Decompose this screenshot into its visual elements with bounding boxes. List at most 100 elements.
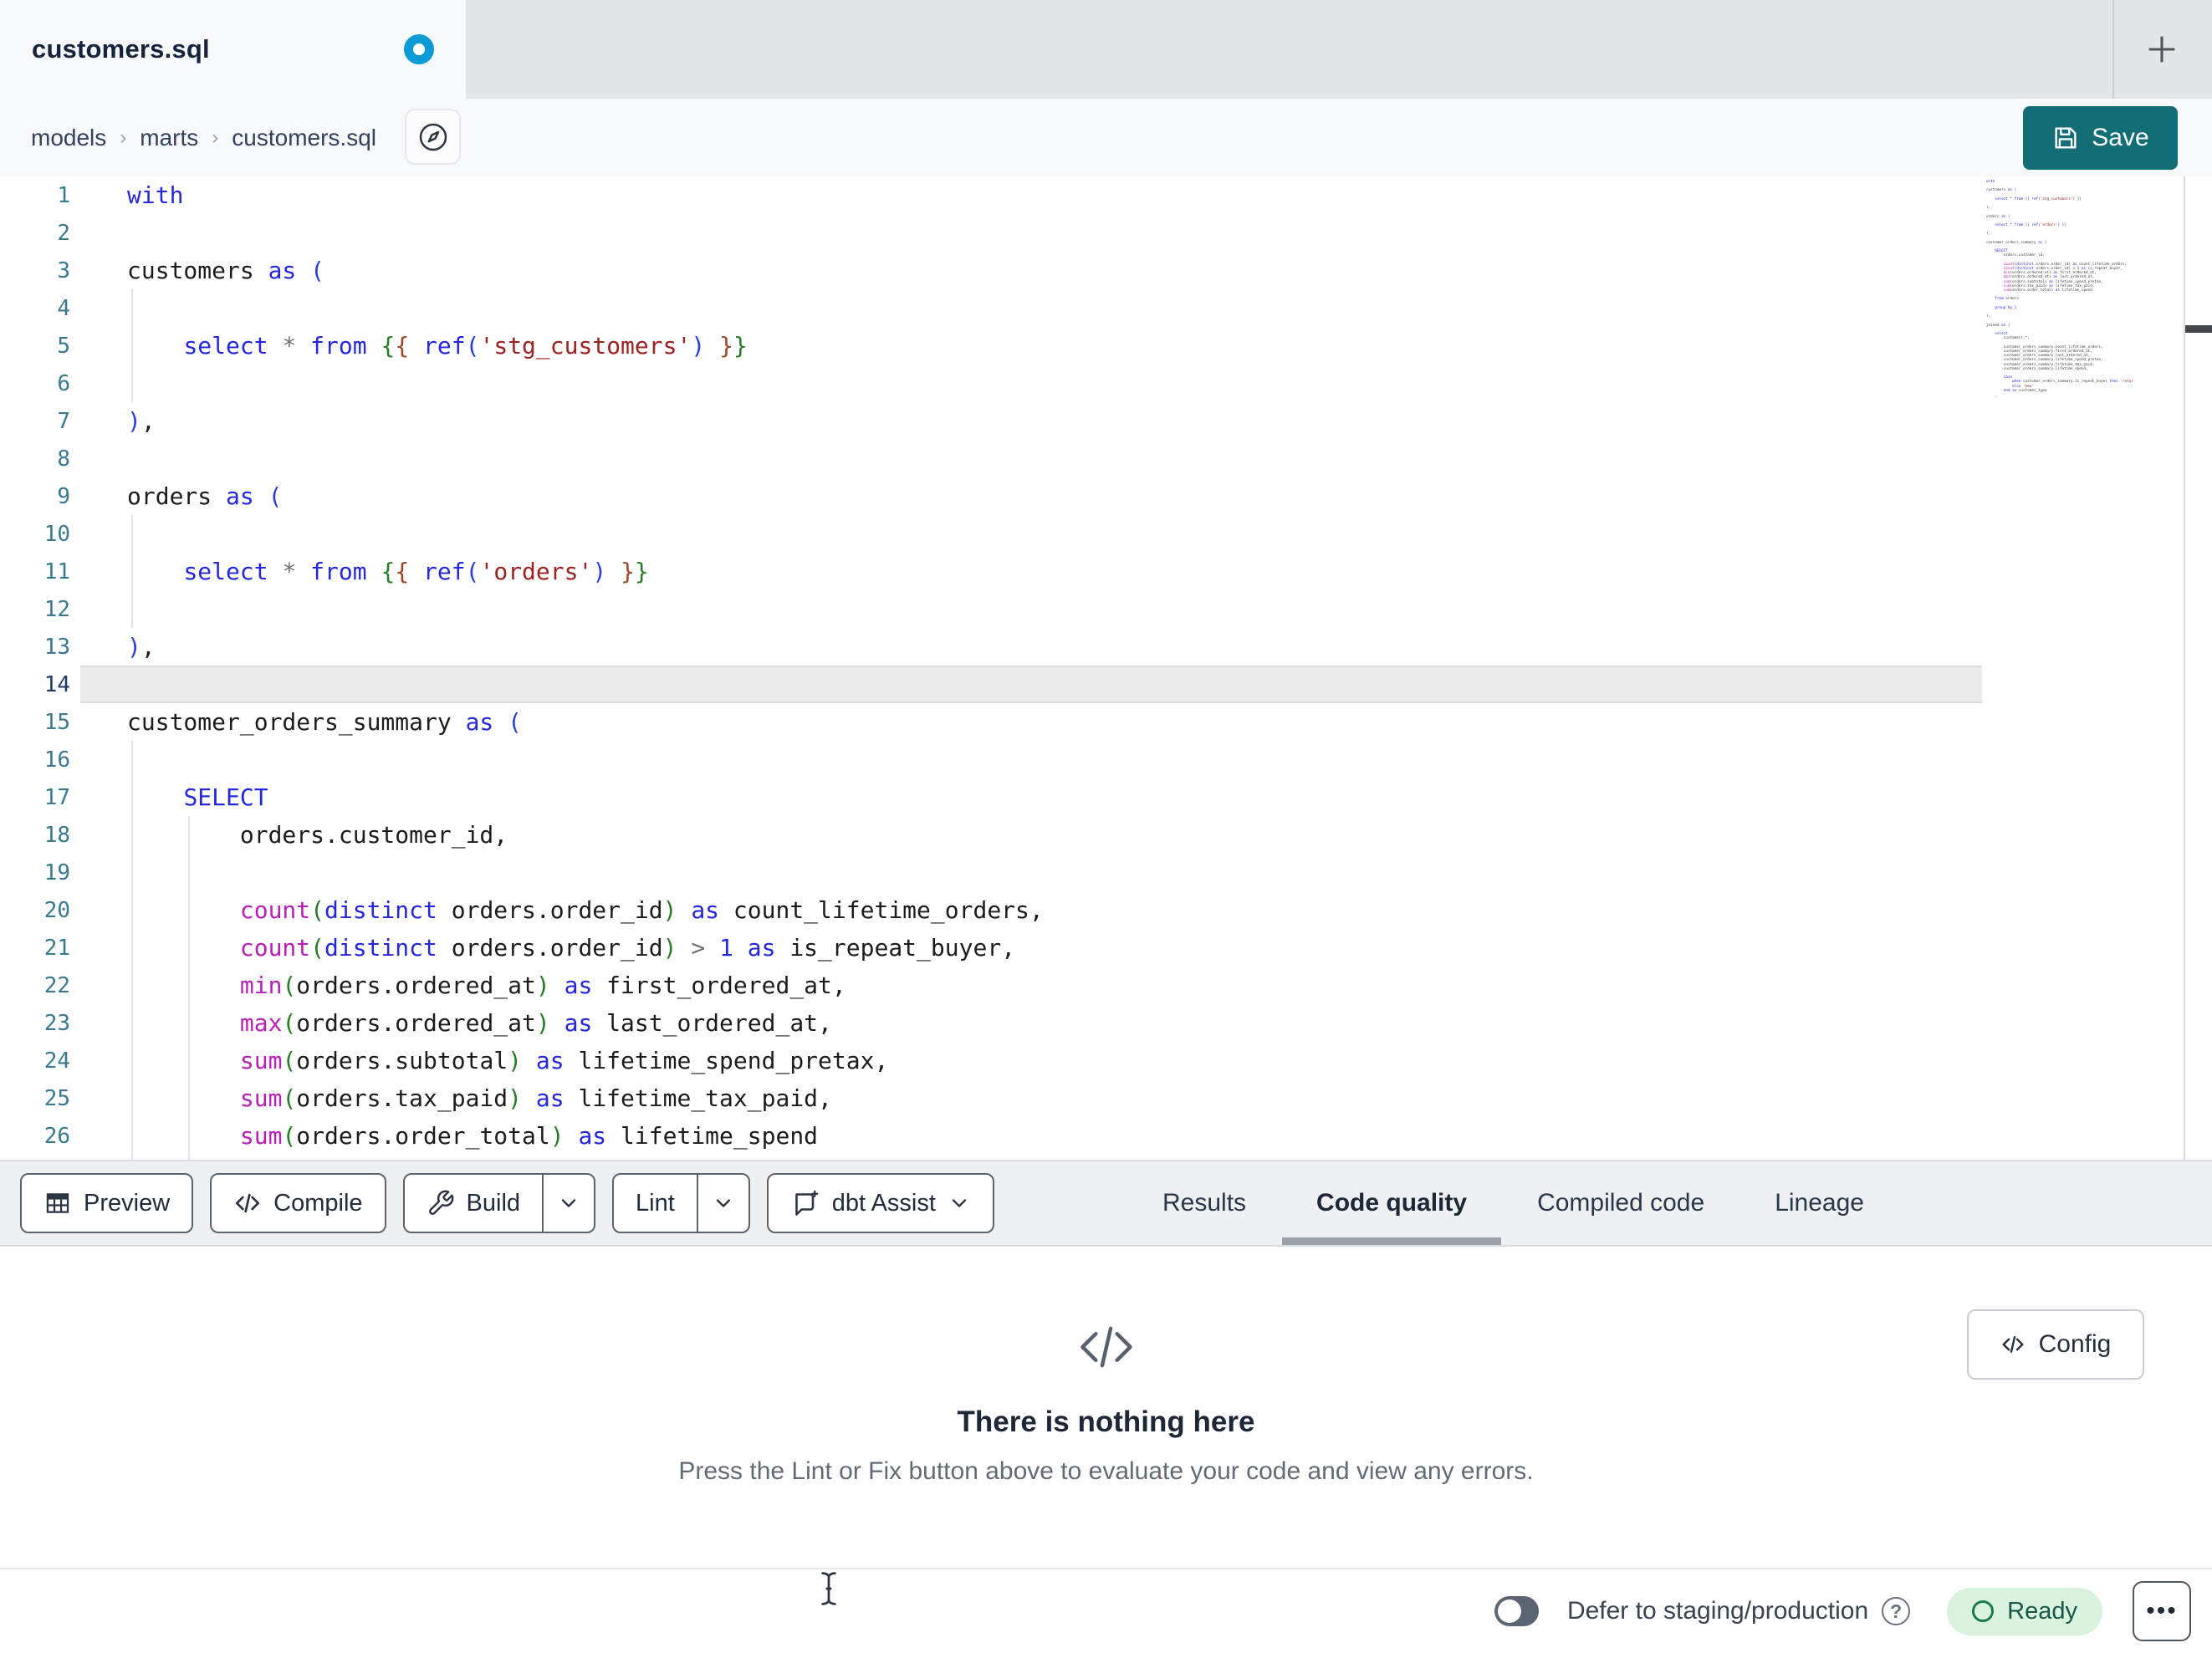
breadcrumb-item-customers-sql[interactable]: customers.sql <box>232 125 376 151</box>
breadcrumb: models › marts › customers.sql <box>31 99 376 176</box>
save-button-label: Save <box>2092 124 2149 151</box>
chat-sparkle-icon <box>795 1190 819 1216</box>
help-icon[interactable]: ? <box>1882 1597 1911 1625</box>
line-number: 10 <box>43 521 70 547</box>
lint-button[interactable]: Lint <box>612 1173 750 1233</box>
new-tab-button[interactable] <box>2135 23 2189 76</box>
code-brackets-icon <box>1080 1326 1132 1368</box>
line-number: 1 <box>57 182 70 208</box>
more-options-button[interactable]: ••• <box>2133 1581 2191 1641</box>
navigate-file-button[interactable] <box>405 109 461 165</box>
editor-scrollbar-thumb[interactable] <box>2185 325 2212 333</box>
code-line-12[interactable]: 12 <box>0 590 2212 628</box>
text-cursor-pointer <box>821 1572 836 1605</box>
line-number: 11 <box>43 559 70 584</box>
code-line-4[interactable]: 4 <box>0 289 2212 327</box>
code-line-14[interactable]: 14 <box>0 666 2212 703</box>
code-text: orders.customer_id, <box>127 821 508 849</box>
build-button[interactable]: Build <box>402 1173 596 1233</box>
save-button[interactable]: Save <box>2023 106 2178 170</box>
code-line-23[interactable]: 23 max(orders.ordered_at) as last_ordere… <box>0 1004 2212 1042</box>
code-line-17[interactable]: 17 SELECT <box>0 778 2212 816</box>
compile-button[interactable]: Compile <box>210 1173 386 1233</box>
compass-icon <box>419 123 447 151</box>
code-line-25[interactable]: 25 sum(orders.tax_paid) as lifetime_tax_… <box>0 1079 2212 1117</box>
save-floppy-icon <box>2055 127 2077 149</box>
code-text: max(orders.ordered_at) as last_ordered_a… <box>239 1009 832 1037</box>
current-line-highlight <box>80 666 1982 703</box>
code-line-13[interactable]: 13), <box>0 628 2212 666</box>
breadcrumb-item-models[interactable]: models <box>31 125 106 151</box>
tab-code-quality[interactable]: Code quality <box>1282 1161 1502 1245</box>
code-line-18[interactable]: 18 orders.customer_id, <box>0 816 2212 854</box>
line-number: 3 <box>57 258 70 283</box>
code-text: sum(orders.tax_paid) as lifetime_tax_pai… <box>239 1084 832 1112</box>
code-text: ), <box>127 633 156 661</box>
code-line-20[interactable]: 20 count(distinct orders.order_id) as co… <box>0 891 2212 929</box>
defer-label: Defer to staging/production <box>1566 1597 1869 1625</box>
code-line-7[interactable]: 7), <box>0 402 2212 440</box>
code-brackets-icon <box>236 1193 260 1213</box>
code-line-6[interactable]: 6 <box>0 365 2212 402</box>
line-number: 12 <box>43 596 70 622</box>
plus-icon <box>2148 36 2175 63</box>
line-number: 14 <box>43 671 70 697</box>
code-line-26[interactable]: 26 sum(orders.order_total) as lifetime_s… <box>0 1117 2212 1155</box>
line-number: 5 <box>57 333 70 359</box>
line-number: 24 <box>43 1048 70 1074</box>
code-line-24[interactable]: 24 sum(orders.subtotal) as lifetime_spen… <box>0 1042 2212 1079</box>
code-line-1[interactable]: 1 with <box>0 176 2212 214</box>
code-text: with <box>127 181 184 209</box>
code-line-9[interactable]: 9 orders as ( <box>0 477 2212 515</box>
code-line-2[interactable]: 2 <box>0 214 2212 252</box>
line-number: 13 <box>43 634 70 660</box>
tab-compiled-code[interactable]: Compiled code <box>1537 1161 1704 1245</box>
code-brackets-icon <box>2002 1336 2024 1353</box>
dbt-assist-button[interactable]: dbt Assist <box>766 1173 994 1233</box>
table-grid-icon <box>46 1193 69 1213</box>
code-line-15[interactable]: 15 customer_orders_summary as ( <box>0 703 2212 741</box>
code-line-16[interactable]: 16 <box>0 741 2212 778</box>
code-quality-panel: There is nothing here Press the Lint or … <box>0 1247 2212 1568</box>
code-editor[interactable]: 1 with 2 3 customers as ( 4 5 select * from {{… <box>0 176 2212 1160</box>
code-line-21[interactable]: 21 count(distinct orders.order_id) > 1 a… <box>0 929 2212 967</box>
line-number: 16 <box>43 747 70 773</box>
line-number: 9 <box>57 483 70 509</box>
config-button[interactable]: Config <box>1967 1309 2144 1380</box>
defer-toggle[interactable] <box>1494 1596 1539 1626</box>
editor-toolbar: Preview Compile Build Lint dbt Assist Re… <box>0 1160 2212 1247</box>
code-line-19[interactable]: 19 <box>0 854 2212 891</box>
code-line-3[interactable]: 3 customers as ( <box>0 252 2212 289</box>
ready-status-badge[interactable]: Ready <box>1947 1587 2102 1635</box>
code-line-8[interactable]: 8 <box>0 440 2212 477</box>
wrench-icon <box>428 1190 453 1215</box>
line-number: 2 <box>57 220 70 246</box>
line-number: 18 <box>43 822 70 848</box>
code-line-22[interactable]: 22 min(orders.ordered_at) as first_order… <box>0 967 2212 1004</box>
empty-state-subtitle: Press the Lint or Fix button above to ev… <box>678 1457 1534 1485</box>
tab-results[interactable]: Results <box>1162 1161 1246 1245</box>
code-text: count(distinct orders.order_id) as count… <box>239 896 1044 924</box>
breadcrumb-item-marts[interactable]: marts <box>140 125 198 151</box>
lint-dropdown-button[interactable] <box>698 1175 748 1232</box>
code-text: customer_orders_summary as ( <box>127 708 523 736</box>
results-tab-bar: Results Code quality Compiled code Lineage <box>1162 1161 1864 1245</box>
chevron-down-icon <box>716 1199 730 1207</box>
file-tab-customers-sql[interactable]: customers.sql <box>0 0 466 99</box>
file-tab-title: customers.sql <box>32 34 210 64</box>
line-number: 6 <box>57 370 70 396</box>
empty-state: There is nothing here Press the Lint or … <box>0 1247 2212 1486</box>
tab-lineage[interactable]: Lineage <box>1775 1161 1864 1245</box>
preview-button[interactable]: Preview <box>20 1173 194 1233</box>
tab-bar-divider <box>2112 0 2114 99</box>
code-line-10[interactable]: 10 <box>0 515 2212 553</box>
build-dropdown-button[interactable] <box>544 1175 594 1232</box>
editor-scrollbar-track <box>2184 176 2185 1160</box>
breadcrumb-separator: › <box>120 125 127 149</box>
code-line-11[interactable]: 11 select * from {{ ref('orders') }} <box>0 553 2212 590</box>
code-text: sum(orders.subtotal) as lifetime_spend_p… <box>239 1047 889 1074</box>
line-number: 4 <box>57 295 70 321</box>
code-text: customers as ( <box>127 257 325 284</box>
editor-minimap[interactable]: with customers as ( select * from {{ ref… <box>1986 180 2133 397</box>
code-line-5[interactable]: 5 select * from {{ ref('stg_customers') … <box>0 327 2212 365</box>
